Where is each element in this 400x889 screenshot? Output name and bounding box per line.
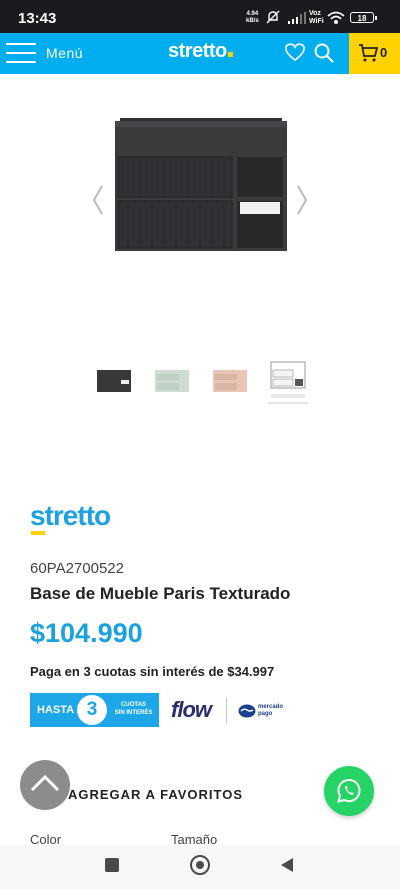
banner-hasta: HASTA xyxy=(37,704,75,716)
add-to-favorites-button[interactable]: AGREGAR A FAVORITOS xyxy=(68,787,243,802)
installments-banner: HASTA 3 CUOTAS SIN INTERÉS xyxy=(30,693,159,727)
logo-dot xyxy=(227,52,233,57)
product-title: Base de Mueble Paris Texturado xyxy=(30,584,291,603)
wifi-label: WiFi xyxy=(309,18,324,25)
back-icon[interactable] xyxy=(280,857,294,873)
header-logo-text: stretto xyxy=(168,40,227,62)
signal-icon xyxy=(288,12,306,24)
recent-apps-button[interactable] xyxy=(105,858,119,872)
mute-icon xyxy=(266,10,280,24)
status-time: 13:43 xyxy=(18,10,57,27)
mercadopago-line2: pago xyxy=(258,711,273,717)
status-bar: 13:43 4.94 kB/s Voz WiFi 18 xyxy=(0,0,400,36)
thumbnail-strip xyxy=(0,358,400,404)
brand-logo[interactable]: stretto xyxy=(30,500,111,532)
voz-wifi-label: Voz WiFi xyxy=(309,10,324,26)
network-speed: 4.94 kB/s xyxy=(246,11,259,25)
product-price: $104.990 xyxy=(30,618,143,648)
cart-button[interactable]: 0 xyxy=(349,33,400,74)
scroll-to-top-button[interactable] xyxy=(20,760,70,810)
banner-cuotas-line1: CUOTAS xyxy=(121,702,146,708)
site-header: Menú stretto 0 xyxy=(0,33,400,74)
chevron-up-icon xyxy=(30,774,60,792)
cart-icon xyxy=(359,44,378,62)
thumbnail-pink[interactable] xyxy=(210,358,250,402)
android-nav-bar xyxy=(0,845,400,889)
banner-number: 3 xyxy=(77,695,107,725)
wifi-icon xyxy=(327,11,345,24)
product-image-carousel[interactable] xyxy=(0,74,400,346)
network-speed-value: 4.94 xyxy=(246,11,259,17)
mercadopago-line1: mercado xyxy=(258,704,284,710)
banner-cuotas: CUOTAS SIN INTERÉS xyxy=(110,701,157,717)
whatsapp-button[interactable] xyxy=(324,766,374,816)
battery-indicator: 18 xyxy=(350,12,377,23)
mercadopago-logo: mercado pago xyxy=(258,704,283,718)
home-button[interactable] xyxy=(190,855,210,875)
header-logo[interactable]: stretto xyxy=(168,40,233,63)
whatsapp-icon xyxy=(337,778,361,803)
search-icon[interactable] xyxy=(314,43,334,63)
thumbnail-white[interactable] xyxy=(268,358,308,404)
voz-label: Voz xyxy=(309,10,321,17)
product-sku: 60PA2700522 xyxy=(30,560,124,577)
installments-text: Paga en 3 cuotas sin interés de $34.997 xyxy=(30,664,275,679)
heart-icon[interactable] xyxy=(285,43,305,62)
payment-divider xyxy=(226,698,227,724)
flow-logo: flow xyxy=(171,697,212,722)
thumbnail-black[interactable] xyxy=(94,358,134,402)
network-speed-unit: kB/s xyxy=(246,18,259,24)
product-main-image xyxy=(92,118,308,251)
thumbnail-sage[interactable] xyxy=(152,358,192,402)
hamburger-menu-icon[interactable] xyxy=(6,43,36,65)
banner-cuotas-line2: SIN INTERÉS xyxy=(114,710,153,716)
brand-logo-underline xyxy=(31,531,45,535)
menu-button-label[interactable]: Menú xyxy=(46,45,83,61)
cart-count: 0 xyxy=(380,45,388,60)
mercadopago-handshake-icon xyxy=(238,704,256,718)
